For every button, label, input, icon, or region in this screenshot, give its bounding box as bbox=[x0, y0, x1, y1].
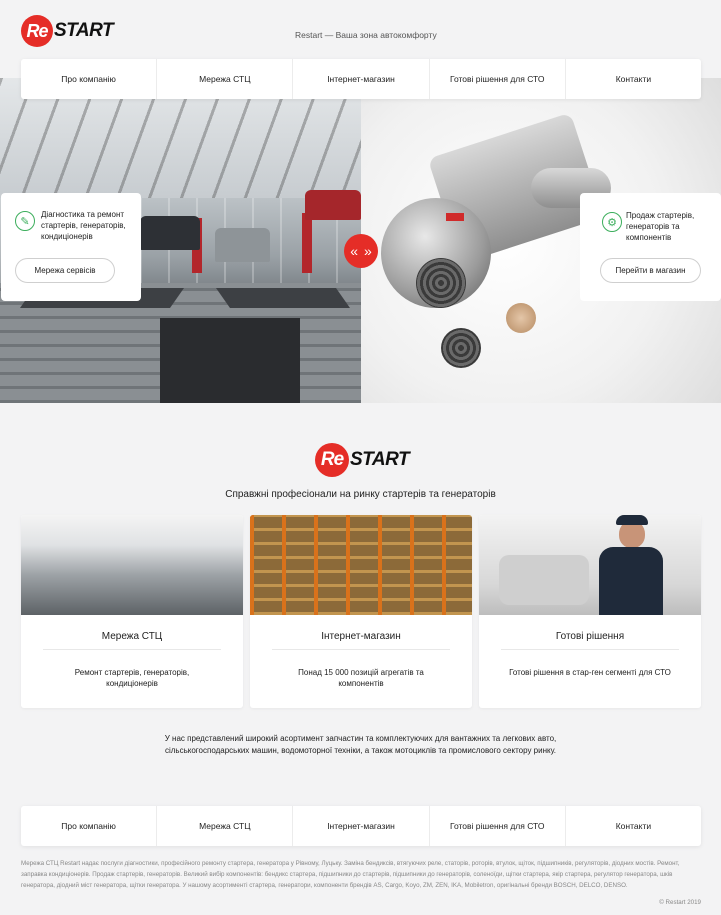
tagline: Restart — Ваша зона автокомфорту bbox=[295, 30, 437, 40]
nav-contacts[interactable]: Контакти bbox=[566, 806, 701, 846]
shop-card-text: Продаж стартерів, генераторів та компоне… bbox=[626, 211, 695, 242]
wrench-icon: ✎ bbox=[15, 211, 35, 231]
service-card: ✎ Діагностика та ремонт стартерів, генер… bbox=[1, 193, 141, 301]
slider-arrows[interactable]: « » bbox=[344, 234, 378, 268]
garage-lifts-image bbox=[21, 515, 243, 615]
footer-nav: Про компанію Мережа СТЦ Інтернет-магазин… bbox=[21, 806, 701, 846]
feature-title: Готові рішення bbox=[555, 631, 625, 642]
service-network-button[interactable]: Мережа сервісів bbox=[15, 258, 115, 283]
logo-mark: Re bbox=[315, 443, 349, 477]
chevron-right-icon[interactable]: » bbox=[364, 243, 372, 259]
go-to-shop-button[interactable]: Перейти в магазин bbox=[600, 258, 701, 283]
nav-about[interactable]: Про компанію bbox=[21, 806, 158, 846]
feature-card-solutions[interactable]: Готові рішення Готові рішення в стар-ген… bbox=[479, 515, 701, 708]
feature-card-online-shop[interactable]: Інтернет-магазин Понад 15 000 позицій аг… bbox=[250, 515, 472, 708]
slogan: Справжні професіонали на ринку стартерів… bbox=[225, 489, 496, 500]
feature-desc: Ремонт стартерів, генераторів, кондиціон… bbox=[74, 668, 190, 688]
copyright: © Restart 2019 bbox=[659, 899, 701, 906]
nav-service-network[interactable]: Мережа СТЦ bbox=[157, 59, 294, 99]
nav-service-network[interactable]: Мережа СТЦ bbox=[157, 806, 294, 846]
service-card-text: Діагностика та ремонт стартерів, генерат… bbox=[41, 210, 126, 241]
warehouse-image bbox=[250, 515, 472, 615]
mechanic-image bbox=[479, 515, 701, 615]
feature-card-service-network[interactable]: Мережа СТЦ Ремонт стартерів, генераторів… bbox=[21, 515, 243, 708]
nav-solutions[interactable]: Готові рішення для СТО bbox=[430, 59, 566, 99]
feature-title: Мережа СТЦ bbox=[101, 631, 163, 642]
nav-about[interactable]: Про компанію bbox=[21, 59, 158, 99]
feature-title: Інтернет-магазин bbox=[321, 631, 401, 642]
nav-contacts[interactable]: Контакти bbox=[566, 59, 701, 99]
feature-desc: Понад 15 000 позицій агрегатів та компон… bbox=[298, 668, 424, 688]
gear-icon: ⚙ bbox=[602, 212, 622, 232]
divider bbox=[43, 649, 221, 650]
logo-wordmark: START bbox=[54, 20, 114, 41]
chevron-left-icon[interactable]: « bbox=[350, 243, 358, 259]
logo-mark: Re bbox=[21, 15, 53, 47]
nav-online-shop[interactable]: Інтернет-магазин bbox=[293, 59, 430, 99]
divider bbox=[272, 649, 450, 650]
divider bbox=[501, 649, 679, 650]
feature-desc: Готові рішення в стар-ген сегменті для С… bbox=[509, 668, 671, 677]
logo[interactable]: Re START bbox=[21, 15, 114, 47]
footer-seo-text: Мережа СТЦ Restart надає послуги діагнос… bbox=[21, 860, 680, 889]
logo-center: Re START bbox=[315, 443, 410, 477]
main-nav: Про компанію Мережа СТЦ Інтернет-магазин… bbox=[21, 59, 701, 99]
assortment-text: У нас представлений широкий асортимент з… bbox=[164, 734, 557, 755]
shop-card: ⚙ Продаж стартерів, генераторів та компо… bbox=[580, 193, 721, 301]
nav-solutions[interactable]: Готові рішення для СТО bbox=[430, 806, 566, 846]
logo-wordmark: START bbox=[350, 449, 410, 470]
nav-online-shop[interactable]: Інтернет-магазин bbox=[293, 806, 430, 846]
